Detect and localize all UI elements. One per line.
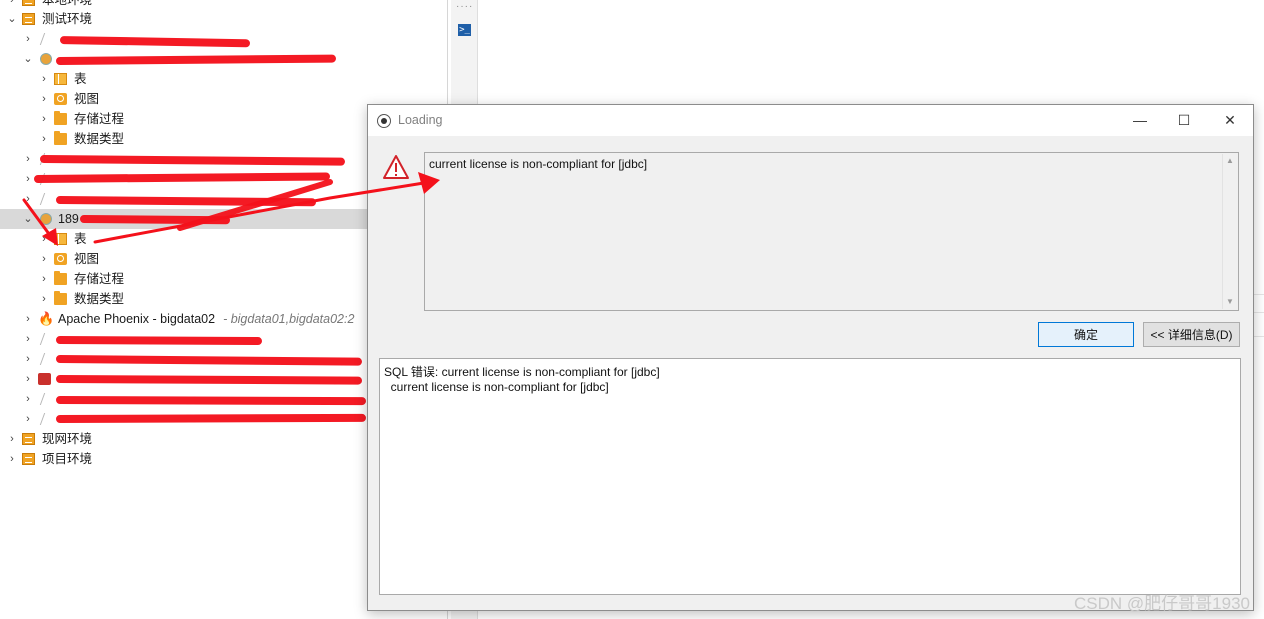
chevron-right-icon[interactable]: › xyxy=(22,169,34,189)
detail-line: current license is non-compliant for [jd… xyxy=(384,380,609,394)
dialog-titlebar[interactable]: Loading — ☐ ✕ xyxy=(368,105,1253,136)
chevron-right-icon[interactable]: › xyxy=(22,149,34,169)
database-connected-icon xyxy=(40,53,52,65)
warning-triangle-icon xyxy=(383,155,409,179)
folder-icon xyxy=(54,131,67,145)
message-scrollbar[interactable]: ▲ ▼ xyxy=(1222,154,1237,309)
folder-icon xyxy=(54,271,67,285)
folder-icon xyxy=(54,291,67,305)
tree-item-label: 存储过程 xyxy=(74,272,125,286)
minimize-button[interactable]: — xyxy=(1117,105,1163,136)
connection-icon xyxy=(39,33,54,45)
error-details-box[interactable]: SQL 错误: current license is non-compliant… xyxy=(379,358,1241,595)
environment-icon xyxy=(22,13,35,25)
detail-line: SQL 错误: current license is non-compliant… xyxy=(384,365,660,379)
scroll-down-icon[interactable]: ▼ xyxy=(1223,295,1237,309)
chevron-right-icon[interactable]: › xyxy=(38,229,50,249)
view-icon xyxy=(54,253,67,265)
connection-hosts: - bigdata01,bigdata02:2 xyxy=(223,312,355,326)
database-connected-icon xyxy=(40,213,52,225)
tree-item-label: 项目环境 xyxy=(42,452,93,466)
tree-item-label: 现网环境 xyxy=(42,432,93,446)
chevron-right-icon[interactable]: › xyxy=(38,269,50,289)
redaction-scribble xyxy=(79,215,231,225)
chevron-down-icon[interactable]: ⌄ xyxy=(22,209,34,229)
loading-error-dialog: Loading — ☐ ✕ current license is non-com… xyxy=(367,104,1254,611)
redaction-scribble xyxy=(55,413,367,423)
view-icon xyxy=(54,93,67,105)
table-icon xyxy=(54,73,67,85)
tree-item-test-env[interactable]: ⌄ 测试环境 xyxy=(0,9,447,29)
close-button[interactable]: ✕ xyxy=(1207,105,1253,136)
tree-item-label: Apache Phoenix - bigdata02 - bigdata01,bi… xyxy=(58,309,354,329)
chevron-right-icon[interactable]: › xyxy=(38,249,50,269)
error-message-box[interactable]: current license is non-compliant for [jd… xyxy=(424,152,1239,311)
phoenix-flame-icon: 🔥 xyxy=(38,311,55,326)
tree-item-label: 测试环境 xyxy=(42,12,93,26)
chevron-right-icon[interactable]: › xyxy=(38,89,50,109)
chevron-right-icon[interactable]: › xyxy=(22,189,34,209)
connection-name: Apache Phoenix - bigdata02 xyxy=(58,312,216,326)
scroll-up-icon[interactable]: ▲ xyxy=(1223,154,1237,168)
connection-icon xyxy=(39,393,54,405)
terminal-icon[interactable]: >_ xyxy=(458,24,471,36)
watermark: CSDN @肥仔哥哥1930 xyxy=(1074,594,1250,613)
table-icon xyxy=(54,233,67,245)
tree-item-label: 表 xyxy=(74,232,87,246)
environment-icon xyxy=(22,433,35,445)
ok-button[interactable]: 确定 xyxy=(1038,322,1134,347)
chevron-right-icon[interactable]: › xyxy=(22,349,34,369)
connection-icon xyxy=(39,333,54,345)
tree-item-label: 表 xyxy=(74,72,87,86)
tree-item-label: 数据类型 xyxy=(74,292,125,306)
chevron-right-icon[interactable]: › xyxy=(6,429,18,449)
tree-item-label: 189 xyxy=(58,212,79,226)
tree-item-tables[interactable]: › 表 xyxy=(0,69,447,89)
tree-item-label: 视图 xyxy=(74,252,100,266)
chevron-right-icon[interactable]: › xyxy=(22,389,34,409)
chevron-right-icon[interactable]: › xyxy=(22,409,34,429)
chevron-right-icon[interactable]: › xyxy=(22,29,34,49)
details-toggle-button[interactable]: << 详细信息(D) xyxy=(1143,322,1240,347)
error-message: current license is non-compliant for [jd… xyxy=(429,157,648,171)
tree-item-label: 存储过程 xyxy=(74,112,125,126)
dialog-title: Loading xyxy=(398,113,443,127)
redaction-scribble xyxy=(55,375,363,385)
chevron-right-icon[interactable]: › xyxy=(38,129,50,149)
environment-icon xyxy=(22,0,35,6)
connection-icon xyxy=(39,413,54,425)
environment-icon xyxy=(22,453,35,465)
maximize-button[interactable]: ☐ xyxy=(1161,105,1207,136)
chevron-right-icon[interactable]: › xyxy=(22,329,34,349)
redaction-scribble xyxy=(55,336,263,346)
chevron-right-icon[interactable]: › xyxy=(6,449,18,469)
chevron-right-icon[interactable]: › xyxy=(22,369,34,389)
chevron-right-icon[interactable]: › xyxy=(38,69,50,89)
folder-icon xyxy=(54,111,67,125)
tree-item-label: 视图 xyxy=(74,92,100,106)
connection-icon xyxy=(39,353,54,365)
chevron-down-icon[interactable]: ⌄ xyxy=(22,49,34,69)
chevron-right-icon[interactable]: › xyxy=(38,289,50,309)
connection-icon xyxy=(39,193,54,205)
chevron-right-icon[interactable]: › xyxy=(22,309,34,329)
chevron-down-icon[interactable]: ⌄ xyxy=(6,9,18,29)
tree-item-label: 数据类型 xyxy=(74,132,125,146)
redaction-scribble xyxy=(55,396,367,406)
app-logo-icon xyxy=(377,114,391,128)
chevron-right-icon[interactable]: › xyxy=(38,109,50,129)
drag-handle-icon[interactable]: ···· xyxy=(456,1,473,12)
redis-icon xyxy=(38,373,51,385)
